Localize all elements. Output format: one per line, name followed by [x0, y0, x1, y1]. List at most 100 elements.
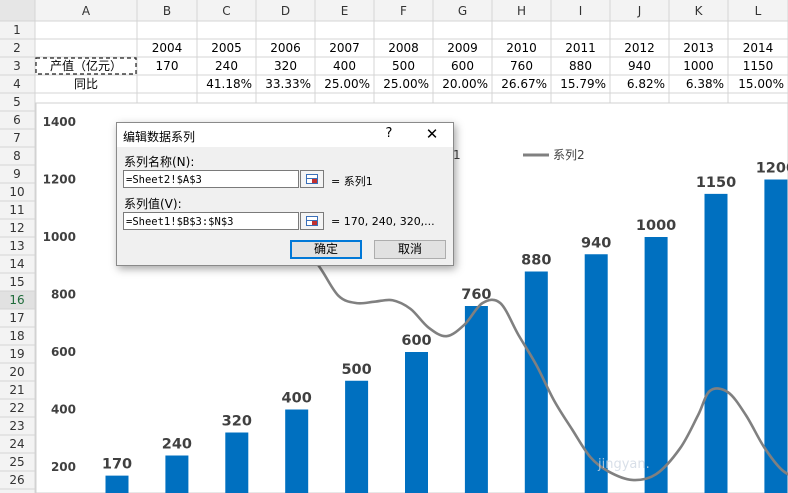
row-header-5[interactable]: 5 — [13, 95, 21, 109]
growth-cell[interactable]: 25.00% — [324, 77, 370, 91]
column-header-C[interactable]: C — [222, 4, 230, 18]
data-label-2005: 240 — [162, 437, 192, 453]
row-header-11[interactable]: 11 — [9, 203, 24, 217]
year-cell[interactable]: 2013 — [683, 41, 714, 55]
row-header-10[interactable]: 10 — [9, 185, 24, 199]
row-header-19[interactable]: 19 — [9, 347, 24, 361]
bar-2009[interactable] — [405, 352, 428, 493]
output-cell[interactable]: 1150 — [743, 59, 774, 73]
growth-cell[interactable]: 20.00% — [442, 77, 488, 91]
row-header-2[interactable]: 2 — [13, 41, 21, 55]
row-header-7[interactable]: 7 — [13, 131, 21, 145]
output-cell[interactable]: 760 — [510, 59, 533, 73]
output-cell[interactable]: 400 — [333, 59, 356, 73]
growth-cell[interactable]: 26.67% — [501, 77, 547, 91]
row-header-25[interactable]: 25 — [9, 455, 24, 469]
row-header-1[interactable]: 1 — [13, 23, 21, 37]
column-header-A[interactable]: A — [82, 4, 91, 18]
row-header-18[interactable]: 18 — [9, 329, 24, 343]
year-cell[interactable]: 2009 — [447, 41, 478, 55]
column-header-E[interactable]: E — [341, 4, 349, 18]
bar-2006[interactable] — [225, 432, 249, 493]
bar-2013[interactable] — [644, 237, 668, 493]
bar-2004[interactable] — [105, 475, 129, 493]
output-cell[interactable]: 170 — [156, 59, 179, 73]
column-header-L[interactable]: L — [755, 4, 762, 18]
year-cell[interactable]: 2005 — [211, 41, 242, 55]
row-header-16[interactable]: 16 — [9, 293, 24, 307]
column-header-I[interactable]: I — [579, 4, 583, 18]
row-header-9[interactable]: 9 — [13, 167, 21, 181]
year-cell[interactable]: 2006 — [270, 41, 301, 55]
year-cell[interactable]: 2012 — [624, 41, 655, 55]
bar-2015[interactable] — [764, 179, 788, 493]
watermark-text: jingyan. — [597, 457, 650, 472]
column-header-K[interactable]: K — [695, 4, 704, 18]
select-all-corner[interactable] — [0, 0, 35, 21]
year-cell[interactable]: 2010 — [506, 41, 537, 55]
year-cell[interactable]: 2011 — [565, 41, 596, 55]
row-header-23[interactable]: 23 — [9, 419, 24, 433]
row-header-15[interactable]: 15 — [9, 275, 24, 289]
row-header-12[interactable]: 12 — [9, 221, 24, 235]
y-tick-label: 200 — [51, 460, 76, 474]
row-header-14[interactable]: 14 — [9, 257, 24, 271]
row-header-24[interactable]: 24 — [9, 437, 24, 451]
row-header-4[interactable]: 4 — [13, 77, 21, 91]
series-values-collapse-button[interactable] — [300, 212, 324, 230]
growth-cell[interactable]: 41.18% — [206, 77, 252, 91]
close-icon[interactable]: ✕ — [419, 124, 445, 144]
row-header-21[interactable]: 21 — [9, 383, 24, 397]
growth-cell[interactable]: 6.38% — [686, 77, 724, 91]
help-icon[interactable]: ? — [379, 126, 399, 141]
legend-series2-label: 系列2 — [553, 148, 585, 162]
bar-2008[interactable] — [345, 380, 369, 493]
output-cell[interactable]: 产值（亿元） — [50, 58, 122, 73]
bar-2007[interactable] — [285, 409, 309, 493]
growth-cell[interactable]: 6.82% — [627, 77, 665, 91]
growth-cell[interactable]: 同比 — [74, 77, 98, 91]
data-label-2007: 400 — [282, 391, 312, 407]
row-header-3[interactable]: 3 — [13, 59, 21, 73]
row-header-22[interactable]: 22 — [9, 401, 24, 415]
output-cell[interactable]: 500 — [392, 59, 415, 73]
cancel-button[interactable]: 取消 — [374, 240, 446, 259]
column-header-G[interactable]: G — [458, 4, 467, 18]
row-header-13[interactable]: 13 — [9, 239, 24, 253]
output-cell[interactable]: 320 — [274, 59, 297, 73]
year-cell[interactable]: 2014 — [743, 41, 774, 55]
output-cell[interactable]: 240 — [215, 59, 238, 73]
year-cell[interactable]: 2007 — [329, 41, 360, 55]
series-name-label: 系列名称(N): — [124, 155, 195, 169]
column-header-B[interactable]: B — [163, 4, 171, 18]
dialog-title-bar[interactable]: 编辑数据系列 ? ✕ — [117, 123, 453, 147]
bar-2005[interactable] — [165, 455, 189, 493]
output-cell[interactable]: 1000 — [683, 59, 714, 73]
column-header-D[interactable]: D — [281, 4, 290, 18]
growth-cell[interactable]: 15.00% — [738, 77, 784, 91]
column-header-F[interactable]: F — [400, 4, 407, 18]
series-name-input[interactable]: =Sheet2!$A$3 — [123, 170, 299, 188]
series-values-input[interactable]: =Sheet1!$B$3:$N$3 — [123, 212, 299, 230]
growth-cell[interactable]: 15.79% — [560, 77, 606, 91]
year-cell[interactable]: 2008 — [388, 41, 419, 55]
row-header-17[interactable]: 17 — [9, 311, 24, 325]
row-header-26[interactable]: 26 — [9, 473, 24, 487]
output-cell[interactable]: 880 — [569, 59, 592, 73]
data-label-2008: 500 — [341, 362, 371, 378]
row-header-6[interactable]: 6 — [13, 113, 21, 127]
ok-button[interactable]: 确定 — [290, 240, 362, 259]
row-header-8[interactable]: 8 — [13, 149, 21, 163]
cell-values[interactable]: 2004 2005 2006 2007 2008 2009 2010 2011 2012 2013… — [35, 41, 784, 91]
row-header-20[interactable]: 20 — [9, 365, 24, 379]
bar-2014[interactable] — [704, 193, 728, 493]
growth-cell[interactable]: 33.33% — [265, 77, 311, 91]
growth-cell[interactable]: 25.00% — [383, 77, 429, 91]
series-name-collapse-button[interactable] — [300, 170, 324, 188]
output-cell[interactable]: 600 — [451, 59, 474, 73]
bar-2010[interactable] — [464, 306, 488, 493]
output-cell[interactable]: 940 — [628, 59, 651, 73]
column-header-H[interactable]: H — [517, 4, 526, 18]
year-cell[interactable]: 2004 — [152, 41, 183, 55]
column-header-J[interactable]: J — [637, 4, 642, 18]
